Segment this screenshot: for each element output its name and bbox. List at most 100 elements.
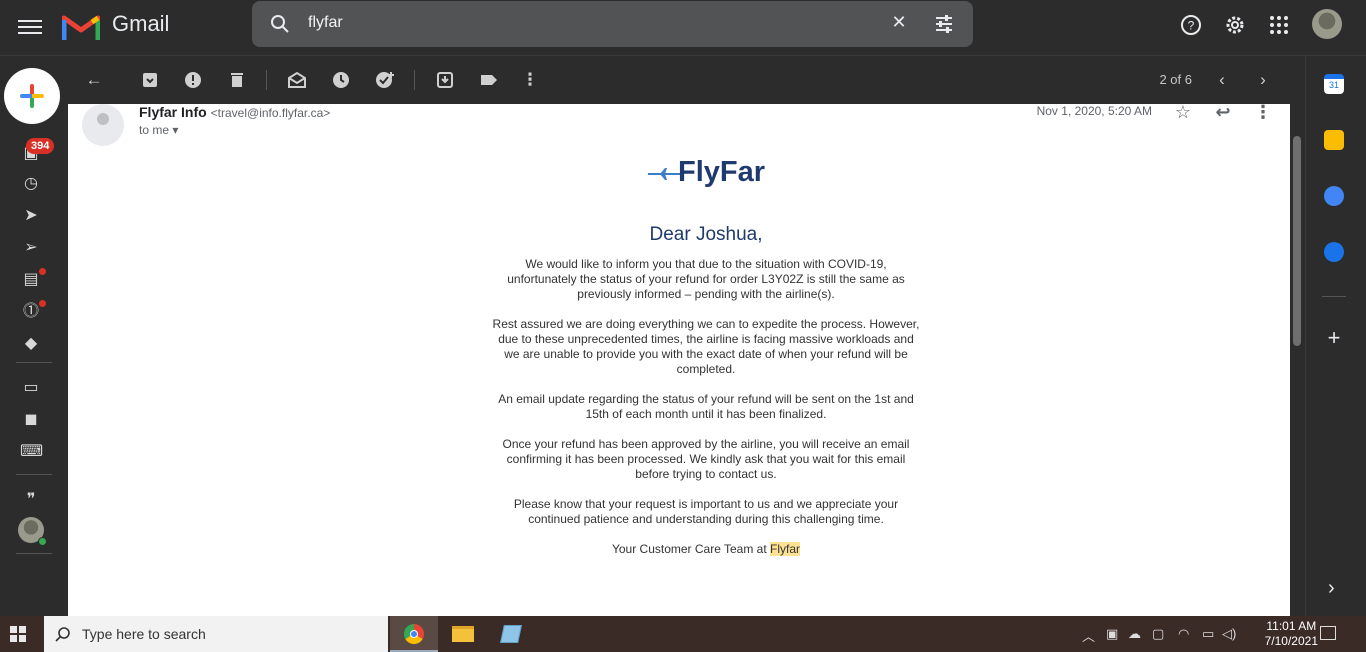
important-label-icon[interactable]: ➤: [20, 206, 42, 226]
plane-logo-icon: [648, 168, 680, 180]
search-options-icon[interactable]: [934, 14, 954, 34]
keyboard-icon[interactable]: ⌨: [20, 442, 43, 462]
top-bar: Gmail flyfar ✕ ?: [0, 0, 1366, 56]
label-tag-icon[interactable]: ◆: [20, 334, 42, 354]
recipient-toggle[interactable]: to me ▾: [139, 123, 178, 137]
app-name: Gmail: [112, 11, 170, 36]
body-paragraph: Please know that your request is importa…: [513, 497, 899, 526]
settings-gear-icon[interactable]: [1224, 14, 1246, 36]
clock-time: 11:01 AM: [1266, 619, 1317, 633]
snooze-clock-icon[interactable]: [329, 68, 353, 92]
taskbar-search-placeholder: Type here to search: [82, 626, 206, 642]
body-paragraph: Rest assured we are doing everything we …: [492, 317, 920, 376]
message-toolbar: ← ⋮ 2 of 6 ‹ ›: [68, 56, 1304, 104]
recipient-text: to me: [139, 123, 170, 137]
online-status-dot: [38, 537, 47, 546]
main-menu-icon[interactable]: [18, 16, 42, 40]
back-arrow-icon[interactable]: ←: [82, 68, 106, 92]
search-input[interactable]: flyfar: [308, 14, 343, 32]
calendar-icon[interactable]: 31: [1324, 74, 1344, 94]
sender-email: <travel@info.flyfar.ca>: [210, 106, 331, 120]
search-highlight: Flyfar: [770, 542, 801, 556]
search-bar[interactable]: flyfar ✕: [252, 1, 973, 47]
label-icon[interactable]: [477, 68, 501, 92]
chevron-down-icon[interactable]: ▾: [172, 123, 178, 137]
sender-line: Flyfar Info <travel@info.flyfar.ca>: [139, 104, 330, 120]
scrollbar[interactable]: [1290, 104, 1304, 616]
left-nav-rail: ▣ 394 ◷ ➤ ➢ ▤ ⓵ ◆ ▭ ◼ ⌨ ❞: [0, 56, 68, 616]
sender-avatar-icon: [82, 104, 124, 146]
delete-icon[interactable]: [225, 68, 249, 92]
expand-panel-chevron-icon[interactable]: ›: [1328, 578, 1344, 598]
body-paragraph: An email update regarding the status of …: [498, 392, 914, 421]
sender-name[interactable]: Flyfar Info: [139, 104, 207, 120]
help-icon[interactable]: ?: [1180, 14, 1202, 36]
volume-icon[interactable]: ◁): [1222, 626, 1236, 642]
account-avatar[interactable]: [1312, 9, 1342, 39]
notifications-icon[interactable]: [1320, 626, 1336, 640]
signoff-text: Your Customer Care Team at: [611, 542, 771, 556]
rail-divider: [16, 474, 52, 475]
side-panel: 31 + ›: [1305, 56, 1366, 616]
gmail-logo-icon[interactable]: [62, 12, 100, 42]
compose-button[interactable]: [4, 68, 60, 124]
inbox-unread-badge: 394: [26, 138, 55, 154]
taskbar-search-box[interactable]: Type here to search: [44, 616, 388, 652]
toolbar-divider: [266, 70, 267, 90]
hangouts-chat-icon[interactable]: ❞: [20, 490, 42, 510]
reply-icon[interactable]: ↩: [1211, 104, 1235, 124]
tasks-icon[interactable]: [1324, 186, 1344, 206]
greeting: Dear Joshua,: [649, 224, 763, 245]
taskbar-clock[interactable]: 11:01 AM 7/10/2021: [1265, 619, 1318, 649]
mark-as-read-icon[interactable]: [285, 68, 309, 92]
scrollbar-thumb[interactable]: [1293, 136, 1301, 346]
snoozed-clock-icon[interactable]: ◷: [20, 174, 42, 194]
spam-dot: [39, 300, 46, 307]
meet-video-icon[interactable]: ◼: [20, 410, 42, 430]
meet-new-meeting-icon[interactable]: ▭: [20, 378, 42, 398]
clear-search-icon[interactable]: ✕: [888, 12, 910, 33]
email-date: Nov 1, 2020, 5:20 AM: [1036, 104, 1152, 118]
message-more-icon[interactable]: ⋮: [1251, 104, 1275, 124]
add-addon-plus-icon[interactable]: +: [1324, 327, 1344, 349]
body-paragraph: Once your refund has been approved by th…: [502, 437, 910, 481]
apps-grid-icon[interactable]: [1269, 15, 1289, 35]
star-icon[interactable]: ☆: [1171, 104, 1195, 124]
wifi-icon[interactable]: ◠: [1178, 626, 1189, 642]
svg-text:?: ?: [1188, 19, 1195, 33]
taskbar-search-icon: [55, 627, 70, 642]
side-panel-divider: [1322, 296, 1346, 297]
battery-icon[interactable]: ▭: [1202, 626, 1214, 642]
newer-chevron-left-icon[interactable]: ‹: [1210, 68, 1234, 92]
flyfar-logo-text: FlyFar: [678, 156, 766, 188]
tray-app-icon[interactable]: ▢: [1152, 626, 1164, 642]
search-icon[interactable]: [270, 14, 290, 34]
windows-taskbar: Type here to search ︿ ▣ ☁ ▢ ◠ ▭ ◁) 11:01…: [0, 616, 1366, 652]
tray-meet-icon[interactable]: ▣: [1106, 626, 1118, 642]
drafts-dot: [39, 268, 46, 275]
add-to-tasks-icon[interactable]: [373, 68, 397, 92]
body-paragraph: We would like to inform you that due to …: [507, 257, 905, 301]
more-options-icon[interactable]: ⋮: [518, 68, 542, 92]
folder-icon: [452, 626, 474, 642]
older-chevron-right-icon[interactable]: ›: [1251, 68, 1275, 92]
onedrive-cloud-icon[interactable]: ☁: [1128, 626, 1141, 642]
tray-chevron-up-icon[interactable]: ︿: [1082, 626, 1095, 645]
move-to-icon[interactable]: [433, 68, 457, 92]
archive-icon[interactable]: [138, 68, 162, 92]
flyfar-logo: FlyFar: [678, 156, 765, 189]
sent-icon[interactable]: ➢: [20, 238, 42, 258]
windows-start-icon[interactable]: [10, 626, 26, 642]
pagination-text: 2 of 6: [1159, 72, 1192, 87]
keep-icon[interactable]: [1324, 130, 1344, 150]
rail-divider: [16, 553, 52, 554]
app-taskbar-button[interactable]: [486, 616, 534, 652]
email-view: Flyfar Info <travel@info.flyfar.ca> to me…: [68, 104, 1290, 616]
report-spam-icon[interactable]: [181, 68, 205, 92]
rail-divider: [16, 362, 52, 363]
signoff: Your Customer Care Team at Flyfar: [490, 542, 922, 557]
toolbar-divider: [414, 70, 415, 90]
file-explorer-taskbar-button[interactable]: [438, 616, 486, 652]
chrome-taskbar-button[interactable]: [390, 616, 438, 652]
contacts-icon[interactable]: [1324, 242, 1344, 262]
